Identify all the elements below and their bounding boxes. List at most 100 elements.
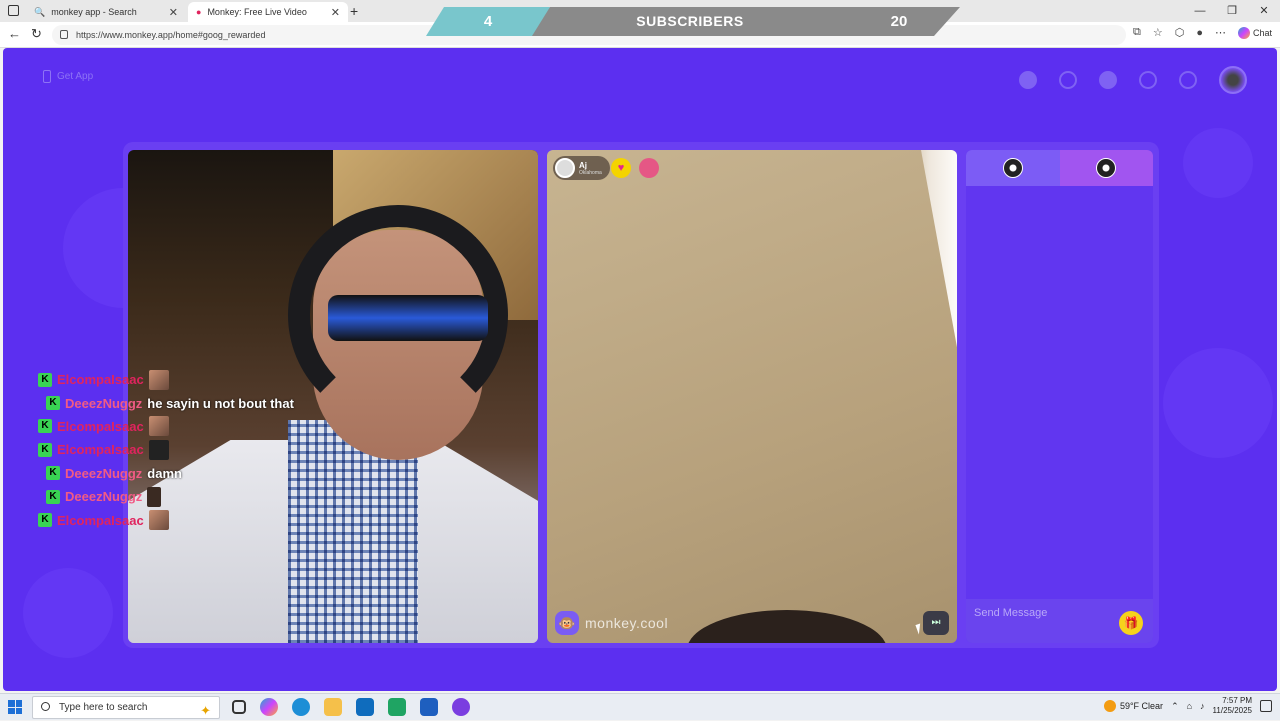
spreadsheet-app-icon[interactable] [388, 698, 406, 716]
gift-badge-icon[interactable] [639, 158, 659, 178]
favorites-icon[interactable]: ☆ [1153, 26, 1163, 39]
search-icon: 🔍 [34, 6, 46, 17]
chat-row: K DeeezNuggz he sayin u not bout that [38, 391, 338, 414]
self-avatar [1002, 158, 1023, 178]
friends-icon[interactable] [1099, 71, 1117, 89]
chat-username: ElcompaIsaac [57, 442, 144, 458]
taskbar-apps [232, 698, 470, 716]
watermark-text: monkey.cool [585, 615, 669, 631]
notification-icon[interactable] [1260, 700, 1272, 712]
chat-label: Chat [1252, 27, 1272, 38]
message-placeholder: Send Message [974, 607, 1048, 619]
chat-emote [148, 439, 169, 460]
chat-panel: Send Message 🎁 [966, 150, 1153, 643]
chat-message: damn [147, 465, 182, 481]
taskbar-search-input[interactable]: Type here to search ✦ [32, 696, 220, 719]
message-input[interactable]: Send Message 🎁 [966, 599, 1153, 643]
windows-taskbar: Type here to search ✦ 59°F Clear ⌃ ⌂ ♪ 7… [0, 693, 1280, 720]
kick-badge-icon: K [46, 489, 60, 504]
url-text: https://www.monkey.app/home#goog_rewarde… [76, 30, 266, 40]
chat-emote [148, 369, 169, 390]
close-window-icon[interactable]: ✕ [1248, 0, 1280, 22]
profile-avatar[interactable] [1219, 66, 1247, 94]
kick-badge-icon: K [38, 442, 52, 457]
extensions-icon[interactable]: ⧉ [1133, 26, 1141, 39]
minimize-icon[interactable]: — [1184, 0, 1216, 22]
refresh-icon[interactable]: ↻ [31, 26, 42, 42]
network-icon[interactable]: ⌂ [1187, 701, 1192, 711]
collections-icon[interactable]: ⬡ [1175, 26, 1185, 39]
taskbar-search-placeholder: Type here to search [59, 702, 148, 713]
more-menu-icon[interactable]: ⋯ [1215, 26, 1226, 39]
tab-self[interactable] [966, 150, 1060, 186]
outlook-icon[interactable] [356, 698, 374, 716]
weather-text: 59°F Clear [1119, 701, 1164, 711]
monkey-logo-icon: 🐵 [555, 611, 579, 635]
chat-username: DeeezNuggz [65, 395, 143, 411]
start-windows-icon[interactable] [8, 700, 22, 714]
get-app-label: Get App [57, 71, 94, 82]
browser-toolbar: ⧉ ☆ ⬡ ● ⋯ Chat [1133, 26, 1272, 39]
volume-icon[interactable]: ♪ [1200, 701, 1205, 711]
chat-row: K DeeezNuggz [38, 485, 338, 508]
remote-video: Aj Oklahoma ♥ 🐵 monkey.cool ⏭ [547, 150, 957, 643]
tab-title: monkey app - Search [51, 7, 137, 17]
lock-icon [60, 30, 68, 39]
clock-date: 11/25/2025 [1212, 706, 1252, 715]
search-icon [41, 702, 50, 711]
chat-username: ElcompaIsaac [57, 418, 144, 434]
clock[interactable]: 7:57 PM 11/25/2025 [1213, 696, 1252, 716]
tab-actions-icon[interactable] [8, 5, 19, 16]
get-app-button[interactable]: Get App [43, 70, 93, 83]
close-tab-icon[interactable]: ✕ [169, 6, 178, 19]
kick-badge-icon: K [38, 419, 52, 434]
chat-row: K DeeezNuggz damn [38, 462, 338, 485]
weather-widget[interactable]: 59°F Clear [1103, 700, 1164, 712]
search-icon[interactable] [1059, 71, 1077, 89]
gift-icon[interactable]: 🎁 [1119, 611, 1143, 635]
subscriber-count: 4 [426, 7, 550, 36]
tab-search[interactable]: 🔍 monkey app - Search ✕ [26, 2, 186, 22]
top-nav-icons [1019, 66, 1247, 94]
background-bubble [23, 568, 113, 658]
remote-avatar [1096, 158, 1117, 178]
copilot-app-icon[interactable] [260, 698, 278, 716]
store-icon[interactable] [420, 698, 438, 716]
chevron-up-icon[interactable]: ⌃ [1171, 701, 1179, 712]
remote-user-chip[interactable]: Aj Oklahoma [553, 156, 610, 180]
restore-icon[interactable]: ❐ [1216, 0, 1248, 22]
edge-browser-icon[interactable] [292, 698, 310, 716]
streaming-app-icon[interactable] [452, 698, 470, 716]
search-highlight-icon: ✦ [200, 703, 211, 718]
weather-icon [1103, 700, 1116, 712]
chat-message: he sayin u not bout that [147, 395, 294, 411]
profile-icon[interactable]: ● [1196, 27, 1203, 39]
back-arrow-icon[interactable]: ← [8, 26, 21, 41]
task-view-icon[interactable] [232, 700, 246, 714]
subscriber-label: SUBSCRIBERS [636, 13, 744, 29]
next-button[interactable]: ⏭ [923, 611, 949, 635]
kick-badge-icon: K [38, 513, 52, 528]
heart-icon[interactable]: ♥ [611, 158, 631, 178]
shop-icon[interactable] [1019, 71, 1037, 89]
messages-icon[interactable] [1179, 71, 1197, 89]
file-explorer-icon[interactable] [324, 698, 342, 716]
tab-monkey[interactable]: ● Monkey: Free Live Video Châ ✕ [188, 2, 348, 22]
chat-username: ElcompaIsaac [57, 372, 144, 388]
copilot-icon [1237, 26, 1250, 39]
chat-row: K ElcompaIsaac [38, 368, 338, 391]
kick-badge-icon: K [46, 466, 60, 481]
close-tab-icon[interactable]: ✕ [331, 6, 340, 19]
remote-user-location: Oklahoma [579, 169, 602, 176]
remote-user-avatar [555, 158, 575, 178]
copilot-chat-button[interactable]: Chat [1237, 26, 1272, 39]
background-bubble [1183, 128, 1253, 198]
video-person-sunglasses [328, 295, 488, 341]
background-bubble [1163, 348, 1273, 458]
tab-title: Monkey: Free Live Video Châ [207, 7, 307, 17]
tab-remote-user[interactable] [1059, 150, 1153, 186]
chat-row: K ElcompaIsaac [38, 508, 338, 531]
history-icon[interactable] [1139, 71, 1157, 89]
new-tab-button[interactable]: + [350, 3, 358, 19]
chat-row: K ElcompaIsaac [38, 415, 338, 438]
